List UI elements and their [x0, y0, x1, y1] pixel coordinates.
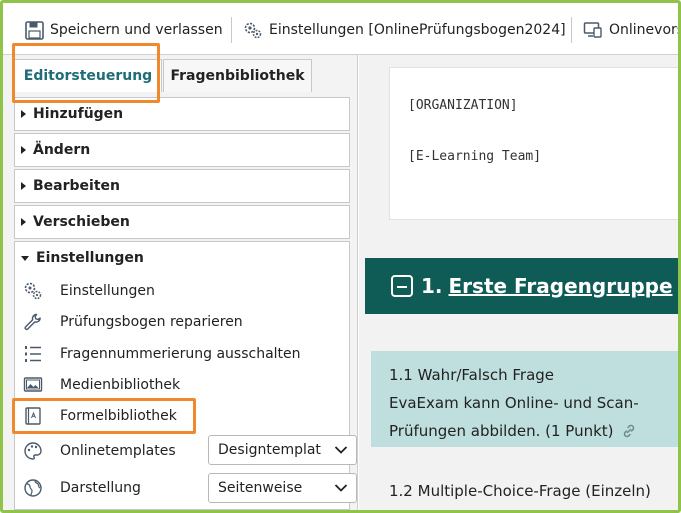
- section-label: Bearbeiten: [33, 178, 120, 194]
- section-bearbeiten[interactable]: Bearbeiten: [14, 169, 350, 203]
- toolbar-divider: [231, 17, 232, 43]
- team-text: [E-Learning Team]: [408, 149, 542, 164]
- darstellung-value: Seitenweise: [218, 480, 303, 496]
- floppy-disk-icon: [25, 20, 44, 40]
- palette-icon: [22, 440, 44, 462]
- caret-down-icon: [21, 255, 29, 261]
- save-and-exit-button[interactable]: Speichern und verlassen: [25, 17, 223, 43]
- settings-label: Einstellungen [OnlinePrüfungsbogen2024]: [269, 22, 566, 38]
- darstellung-select[interactable]: Seitenweise: [208, 473, 357, 503]
- toolbar: Speichern und verlassen Einstellungen [O…: [3, 3, 681, 55]
- section-label: Ändern: [33, 142, 91, 158]
- caret-right-icon: [21, 218, 26, 226]
- onlinetemplates-label: Onlinetemplates: [60, 443, 176, 459]
- online-preview-button[interactable]: Onlinevors: [583, 17, 681, 43]
- section-hinzufuegen[interactable]: Hinzufügen: [14, 97, 350, 131]
- tab-fragenbibliothek[interactable]: Fragenbibliothek: [163, 59, 312, 92]
- question-1-1[interactable]: 1.1 Wahr/Falsch Frage EvaExam kann Onlin…: [371, 351, 678, 447]
- header-card: [ORGANIZATION] [E-Learning Team]: [389, 67, 678, 220]
- section-einstellungen[interactable]: Einstellungen: [14, 241, 350, 275]
- question-1-2-title[interactable]: 1.2 Multiple-Choice-Frage (Einzeln): [389, 482, 651, 500]
- gears-icon: [22, 280, 44, 302]
- menu-item-label: Prüfungsbogen reparieren: [60, 314, 243, 330]
- wrench-icon: [22, 311, 44, 333]
- menu-item-label: Einstellungen: [60, 283, 155, 299]
- section-verschieben[interactable]: Verschieben: [14, 205, 350, 239]
- save-and-exit-label: Speichern und verlassen: [50, 22, 223, 38]
- menu-item-label: Medienbibliothek: [60, 377, 181, 393]
- link-icon[interactable]: [621, 423, 637, 439]
- organization-text: [ORGANIZATION]: [408, 98, 518, 113]
- collapse-icon[interactable]: [391, 275, 413, 297]
- menu-item-label: Formelbibliothek: [60, 408, 177, 424]
- onlinetemplates-row: Onlinetemplates: [22, 439, 176, 463]
- toolbar-divider: [571, 17, 572, 43]
- chevron-down-icon: [334, 446, 348, 454]
- menu-item-fragennummerierung[interactable]: Fragennummerierung ausschalten: [22, 342, 301, 366]
- question-text-line: EvaExam kann Online- und Scan-: [389, 394, 639, 412]
- onlinetemplates-value: Designtemplat: [218, 442, 321, 458]
- gears-icon: [244, 22, 262, 38]
- chevron-down-icon: [334, 484, 348, 492]
- question-group-header[interactable]: 1. Erste Fragengruppe: [365, 258, 678, 314]
- menu-item-label: Fragennummerierung ausschalten: [60, 346, 301, 362]
- section-aendern[interactable]: Ändern: [14, 133, 350, 167]
- settings-button[interactable]: Einstellungen [OnlinePrüfungsbogen2024]: [243, 17, 566, 43]
- online-preview-label: Onlinevors: [609, 22, 681, 38]
- section-label: Hinzufügen: [33, 106, 124, 122]
- menu-item-einstellungen[interactable]: Einstellungen: [22, 279, 155, 303]
- menu-item-medienbibliothek[interactable]: Medienbibliothek: [22, 373, 180, 397]
- monitor-icon: [583, 21, 602, 38]
- darstellung-row: Darstellung: [22, 476, 141, 500]
- question-title: 1.1 Wahr/Falsch Frage: [389, 366, 555, 384]
- caret-right-icon: [21, 182, 26, 190]
- question-text-line: Prüfungen abbilden. (1 Punkt): [389, 422, 614, 440]
- tab-label: Fragenbibliothek: [170, 68, 305, 84]
- book-icon: [22, 405, 44, 427]
- onlinetemplates-select[interactable]: Designtemplat: [208, 435, 357, 465]
- tab-editorsteuerung[interactable]: Editorsteuerung: [14, 59, 162, 92]
- globe-icon: [22, 477, 44, 499]
- group-title[interactable]: Erste Fragengruppe: [449, 274, 673, 298]
- caret-right-icon: [21, 110, 26, 118]
- einstellungen-list: Einstellungen Prüfungsbogen reparieren F…: [14, 273, 357, 510]
- image-icon: [22, 374, 44, 396]
- menu-item-formelbibliothek[interactable]: Formelbibliothek: [22, 404, 177, 428]
- menu-item-pruefungsbogen-reparieren[interactable]: Prüfungsbogen reparieren: [22, 310, 243, 334]
- caret-right-icon: [21, 146, 26, 154]
- tab-label: Editorsteuerung: [23, 68, 153, 84]
- numbered-list-icon: [22, 343, 44, 365]
- group-number: 1.: [421, 274, 443, 298]
- section-label: Verschieben: [33, 214, 130, 230]
- darstellung-label: Darstellung: [60, 480, 141, 496]
- section-label: Einstellungen: [36, 250, 144, 266]
- document-preview: [ORGANIZATION] [E-Learning Team] 1. Erst…: [359, 55, 678, 510]
